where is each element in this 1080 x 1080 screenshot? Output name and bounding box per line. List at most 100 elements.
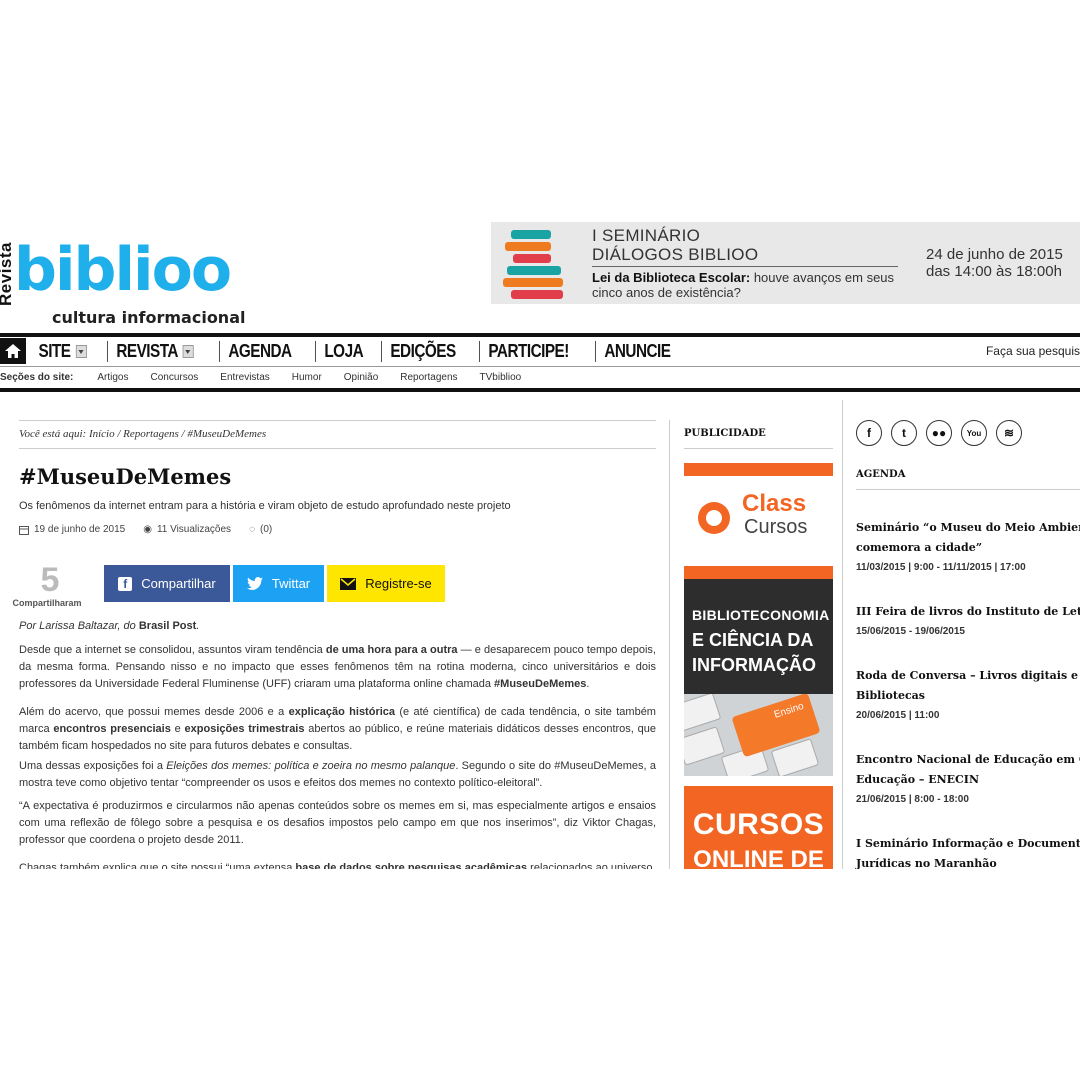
- banner-subtitle-1: Lei da Biblioteca Escolar: houve avanços…: [592, 270, 895, 285]
- nav-item-edições[interactable]: EDIÇÕES: [381, 340, 464, 362]
- article-paragraph-5: Chagas também explica que o site possui …: [19, 862, 653, 869]
- comment-count[interactable]: ◌ (0): [249, 524, 272, 535]
- sections-bottom-rule: [0, 388, 1080, 392]
- agenda-heading-rule: [856, 489, 1080, 490]
- page-title: #MuseuDeMemes: [19, 464, 232, 489]
- facebook-icon: f: [118, 576, 133, 591]
- chevron-down-icon[interactable]: [75, 344, 87, 358]
- event-title-cont[interactable]: Jurídicas no Maranhão: [856, 854, 1080, 869]
- comment-icon: ◌: [249, 524, 256, 535]
- keyboard-image: Ensino: [684, 694, 833, 776]
- ads-heading: PUBLICIDADE: [684, 428, 766, 439]
- banner-title-2: DIÁLOGOS BIBLIOO: [592, 245, 759, 264]
- breadcrumb-bottom-rule: [19, 448, 656, 449]
- event-title-cont[interactable]: Bibliotecas: [856, 686, 1080, 706]
- agenda-event[interactable]: Encontro Nacional de Educação em CiênEdu…: [856, 750, 1080, 805]
- banner-divider: [592, 266, 898, 267]
- agenda-event[interactable]: I Seminário Informação e Documentaçã Jurí…: [856, 834, 1080, 869]
- cursos-online-ad[interactable]: CURSOS ONLINE DE: [684, 786, 833, 869]
- chevron-down-icon[interactable]: [182, 344, 194, 358]
- nav-item-agenda[interactable]: AGENDA: [219, 340, 300, 362]
- event-title-cont[interactable]: Educação – ENECIN: [856, 770, 1080, 790]
- home-icon: [5, 344, 21, 358]
- page-screenshot: Revista biblioo cultura informacional I …: [0, 222, 1080, 869]
- section-link[interactable]: Artigos: [97, 372, 128, 383]
- social-links: f t ●● You ≋: [856, 420, 1031, 446]
- event-date: 20/06/2015 | 11:00: [856, 710, 940, 721]
- byline-source-link[interactable]: Brasil Post: [139, 620, 196, 632]
- agenda-event[interactable]: Seminário “o Museu do Meio Ambiente comem…: [856, 518, 1080, 573]
- agenda-heading: AGENDA: [856, 469, 906, 480]
- event-date: 11/03/2015 | 9:00 - 11/11/2015 | 17:00: [856, 562, 1026, 573]
- twitter-share-button[interactable]: Twittar: [233, 565, 324, 602]
- ad2-text: BIBLIOTECONOMIA E CIÊNCIA DA INFORMAÇÃO: [692, 607, 830, 675]
- sections-bar: Seções do site: Artigos Concursos Entrevis…: [0, 372, 543, 383]
- banner-date: 24 de junho de 2015: [926, 246, 1063, 263]
- seminar-banner[interactable]: I SEMINÁRIO DIÁLOGOS BIBLIOO Lei da Bibl…: [491, 222, 1080, 304]
- books-illustration: [503, 228, 569, 299]
- nav-item-loja[interactable]: LOJA: [314, 340, 372, 362]
- main-nav: SITE REVISTA AGENDA LOJA EDIÇÕES PARTICIPE! AN…: [0, 338, 1080, 366]
- event-title[interactable]: Encontro Nacional de Educação em Ciên: [856, 750, 1080, 770]
- article-paragraph-3: Uma dessas exposições foi a Eleições dos…: [19, 760, 656, 789]
- biblioteconomia-ad[interactable]: BIBLIOTECONOMIA E CIÊNCIA DA INFORMAÇÃO …: [684, 566, 833, 776]
- twitter-icon: [246, 576, 263, 590]
- event-title[interactable]: III Feira de livros do Instituto de Letr…: [856, 602, 1080, 622]
- event-title[interactable]: Roda de Conversa – Livros digitais e as: [856, 666, 1080, 686]
- event-date: 15/06/2015 - 19/06/2015: [856, 626, 965, 637]
- ad1-line2: Cursos: [744, 516, 808, 538]
- twitter-icon[interactable]: t: [891, 420, 917, 446]
- youtube-icon[interactable]: You: [961, 420, 987, 446]
- sections-label: Seções do site:: [0, 372, 74, 383]
- share-counter: 5 Compartilharam: [12, 562, 99, 608]
- register-button[interactable]: Registre-se: [327, 565, 445, 602]
- agenda-event[interactable]: Roda de Conversa – Livros digitais e as B…: [856, 666, 1080, 721]
- breadcrumb[interactable]: Você está aqui: Início / Reportagens / #…: [19, 428, 266, 440]
- ad1-line1: Class: [742, 490, 807, 517]
- share-count-number: 5: [40, 561, 60, 599]
- banner-time: das 14:00 às 18:00h: [926, 263, 1062, 280]
- class-cursos-ad[interactable]: Class Cursos: [684, 463, 833, 558]
- article-subtitle: Os fenômenos da internet entram para a h…: [19, 500, 511, 512]
- nav-item-anuncie[interactable]: ANUNCIE: [594, 340, 679, 362]
- facebook-share-button[interactable]: f Compartilhar: [104, 565, 230, 602]
- event-title-cont[interactable]: comemora a cidade”: [856, 538, 1080, 558]
- event-date: 21/06/2015 | 8:00 - 18:00: [856, 794, 969, 805]
- publish-date: 19 de junho de 2015: [19, 524, 125, 535]
- flickr-icon[interactable]: ●●: [926, 420, 952, 446]
- home-button[interactable]: [0, 338, 26, 364]
- class-cursos-logo-icon: [698, 502, 730, 534]
- section-link[interactable]: Opinião: [344, 372, 378, 383]
- logo-tagline: cultura informacional: [52, 308, 246, 327]
- facebook-icon[interactable]: f: [856, 420, 882, 446]
- nav-item-participe[interactable]: PARTICIPE!: [478, 340, 577, 362]
- section-link[interactable]: Entrevistas: [220, 372, 269, 383]
- nav-top-rule: [0, 333, 1080, 337]
- nav-item-site[interactable]: SITE: [30, 341, 95, 362]
- site-logo[interactable]: Revista biblioo cultura informacional: [0, 228, 260, 328]
- ad-column-divider: [669, 420, 670, 869]
- agenda-event[interactable]: III Feira de livros do Instituto de Letr…: [856, 602, 1080, 637]
- event-title[interactable]: I Seminário Informação e Documentaçã: [856, 834, 1080, 854]
- banner-title-1: I SEMINÁRIO: [592, 226, 701, 245]
- eye-icon: ◉: [143, 524, 152, 535]
- ads-heading-rule: [684, 448, 833, 449]
- section-link[interactable]: Concursos: [150, 372, 198, 383]
- logo-wordmark: biblioo: [14, 235, 232, 305]
- article-byline: Por Larissa Baltazar, do Brasil Post.: [19, 620, 200, 632]
- breadcrumb-top-rule: [19, 420, 656, 421]
- sidebar-divider: [842, 400, 843, 869]
- event-title[interactable]: Seminário “o Museu do Meio Ambiente: [856, 518, 1080, 538]
- ad3-line1: CURSOS: [692, 808, 825, 841]
- nav-bottom-rule: [0, 366, 1080, 367]
- ad3-line2: ONLINE DE: [693, 846, 824, 869]
- section-link[interactable]: Humor: [292, 372, 322, 383]
- banner-subtitle-2: cinco anos de existência?: [592, 285, 741, 300]
- section-link[interactable]: Reportagens: [400, 372, 457, 383]
- envelope-icon: [340, 577, 357, 590]
- rss-icon[interactable]: ≋: [996, 420, 1022, 446]
- nav-item-revista[interactable]: REVISTA: [106, 340, 203, 362]
- article-meta: 19 de junho de 2015 ◉ 11 Visualizações ◌…: [19, 524, 290, 535]
- search-input[interactable]: Faça sua pesquis: [986, 344, 1080, 358]
- section-link[interactable]: TVbiblioo: [480, 372, 522, 383]
